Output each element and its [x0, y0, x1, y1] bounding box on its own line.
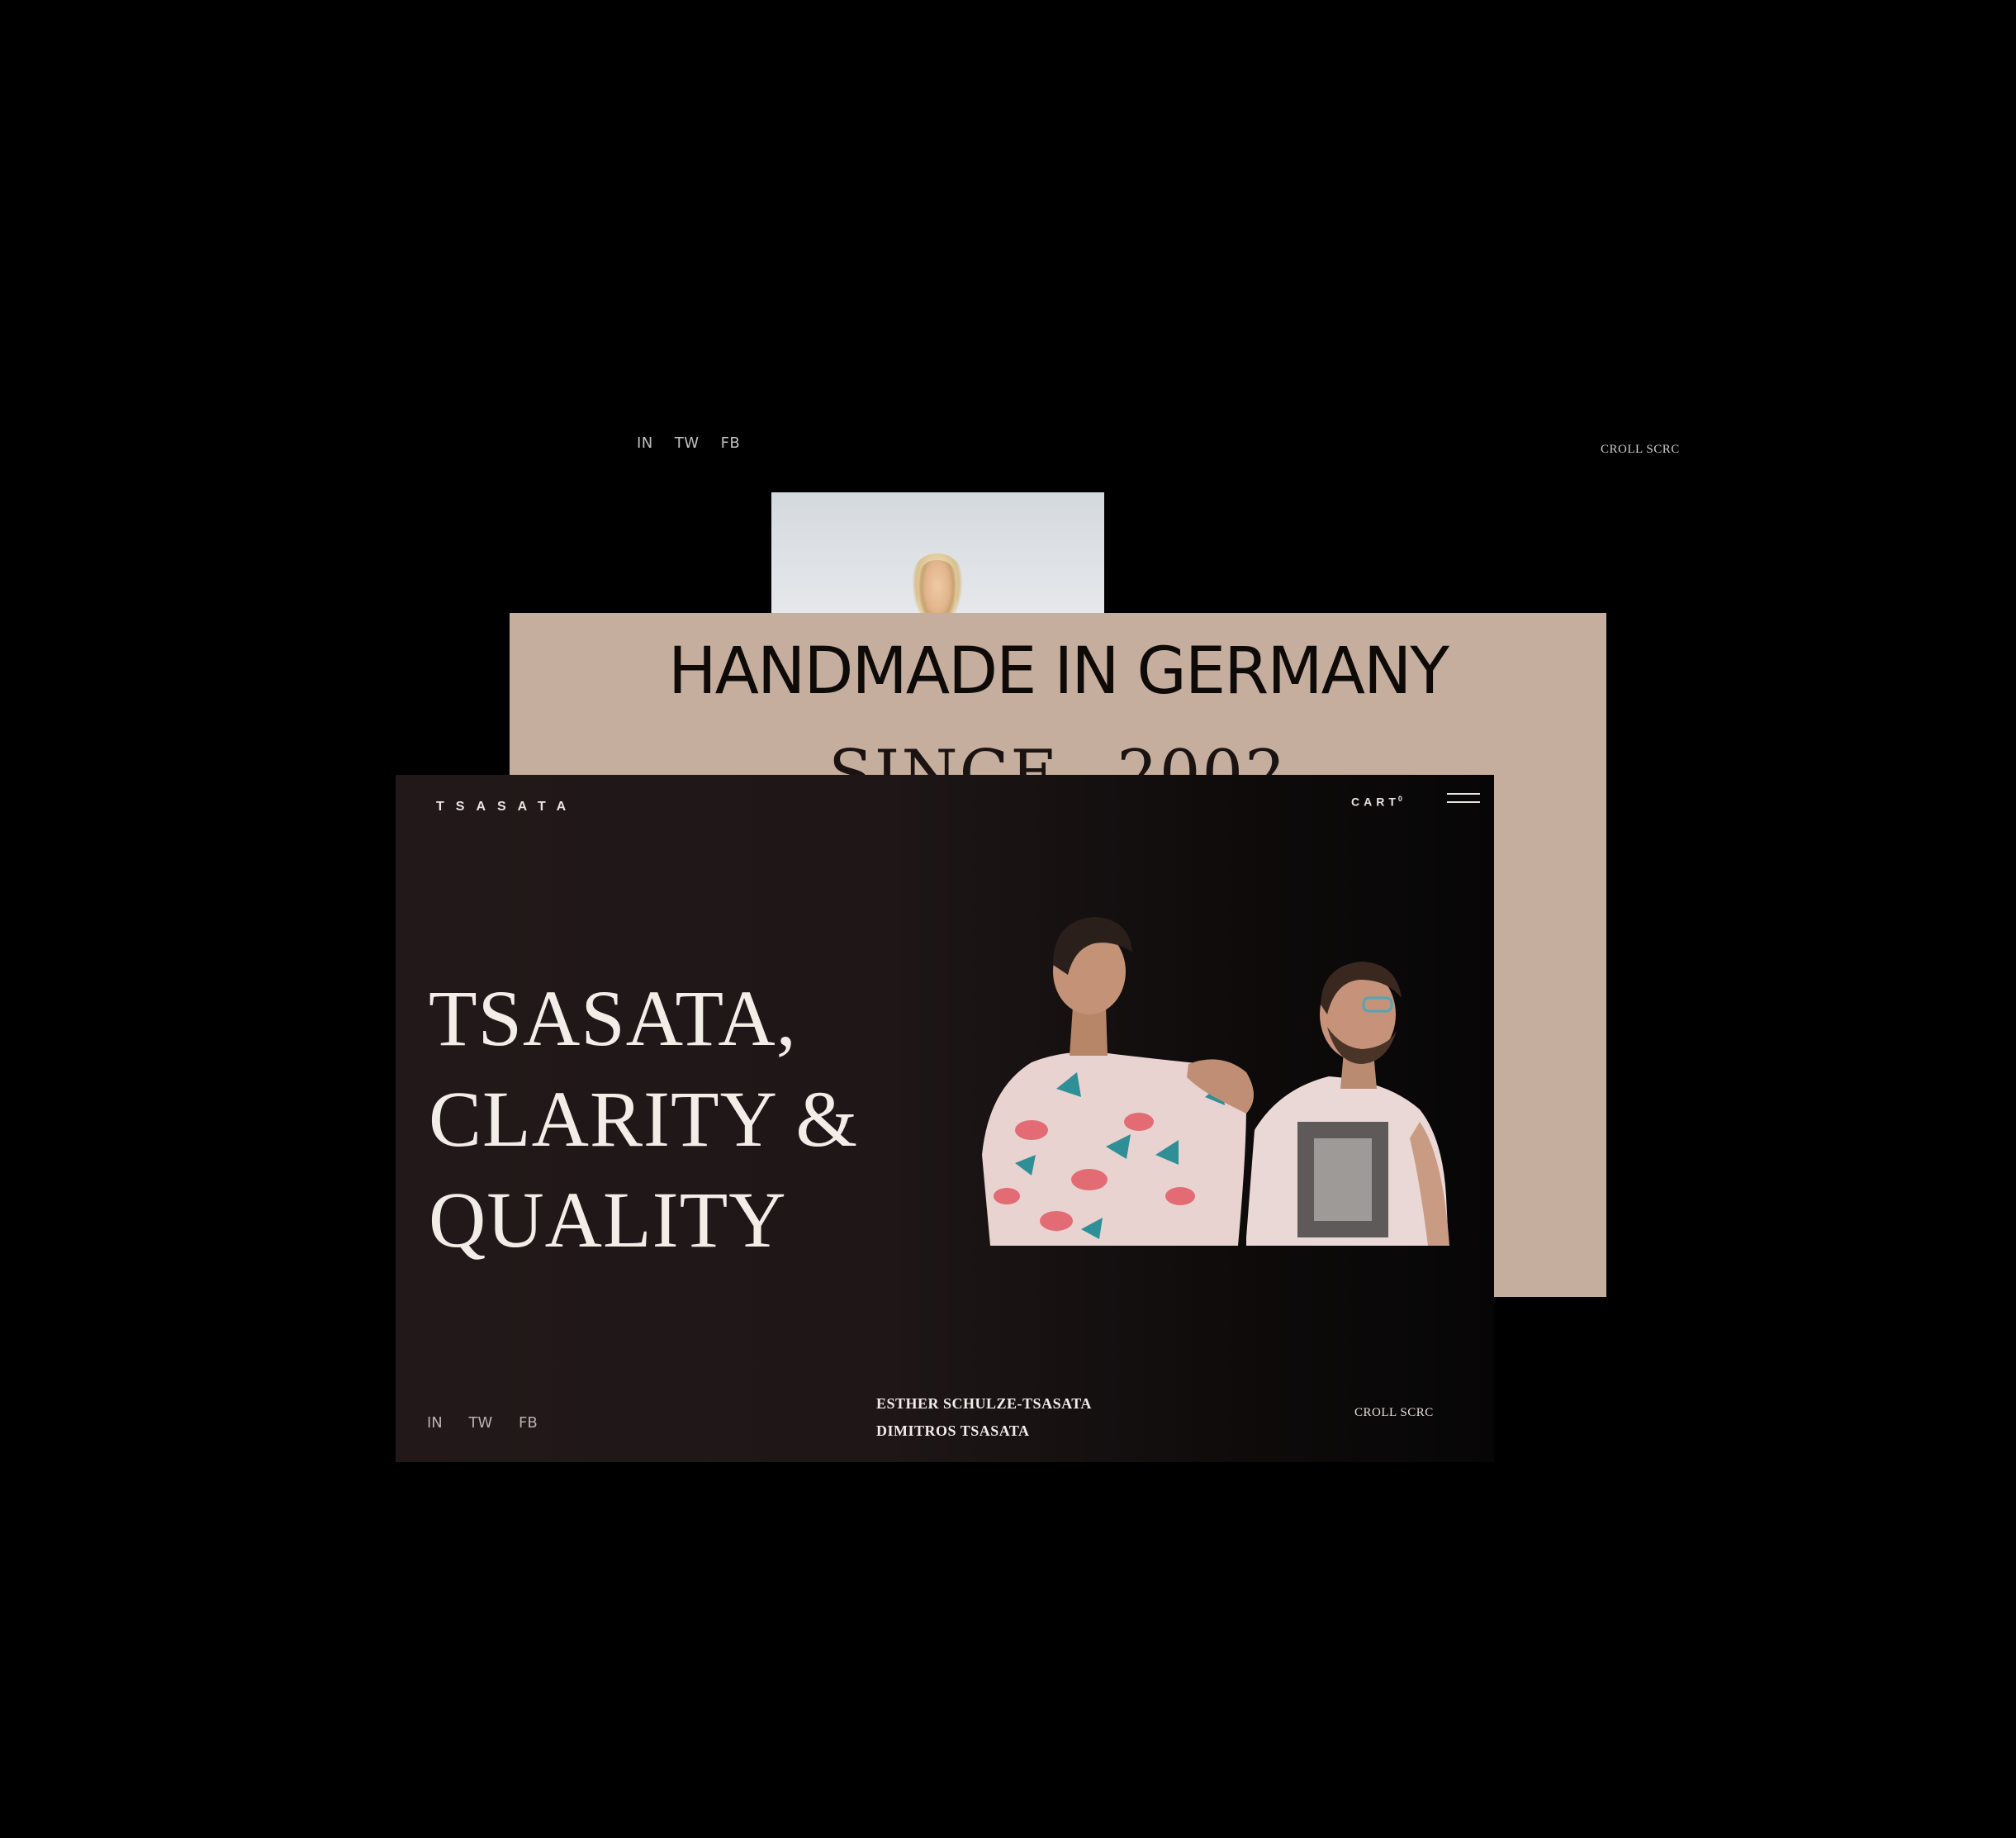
- hero-line-1: TSASATA,: [429, 974, 797, 1062]
- back-social-in-link[interactable]: IN: [637, 435, 653, 452]
- card-social-in-link[interactable]: IN: [427, 1414, 443, 1432]
- card-social-fb-link[interactable]: FB: [519, 1414, 538, 1432]
- back-social-fb-link[interactable]: FB: [721, 435, 741, 452]
- founder-name-1: ESTHER SCHULZE-TSASATA: [876, 1395, 1092, 1412]
- hero-line-2: CLARITY &: [429, 1075, 859, 1163]
- founder-name-2: DIMITROS TSASATA: [876, 1422, 1030, 1439]
- hamburger-menu-icon[interactable]: [1447, 793, 1480, 808]
- back-social-links: IN TW FB: [637, 435, 761, 452]
- card-scroll-indicator: CROLL SCRC: [1354, 1406, 1434, 1419]
- portrait-face-shape: [918, 560, 956, 615]
- card-social-links: IN TW FB: [427, 1414, 559, 1432]
- cart-label: CART: [1351, 795, 1400, 809]
- handmade-title: HANDMADE IN GERMANY: [668, 634, 1449, 709]
- hero-card: TSASATA CART0 TSASATA, CLARITY & QUALITY: [396, 775, 1494, 1462]
- founders-photo: [982, 917, 1449, 1246]
- back-photo-tile: [771, 492, 1104, 615]
- cart-count: 0: [1397, 795, 1402, 803]
- brand-logo[interactable]: TSASATA: [436, 800, 577, 815]
- card-social-tw-link[interactable]: TW: [469, 1414, 493, 1432]
- hero-heading: TSASATA, CLARITY & QUALITY: [429, 968, 858, 1270]
- back-social-tw-link[interactable]: TW: [675, 435, 700, 452]
- hero-line-3: QUALITY: [429, 1175, 787, 1264]
- founder-names: ESTHER SCHULZE-TSASATA DIMITROS TSASATA: [876, 1390, 1092, 1445]
- back-scroll-indicator: CROLL SCRC: [1601, 443, 1680, 456]
- cart-link[interactable]: CART0: [1351, 795, 1402, 809]
